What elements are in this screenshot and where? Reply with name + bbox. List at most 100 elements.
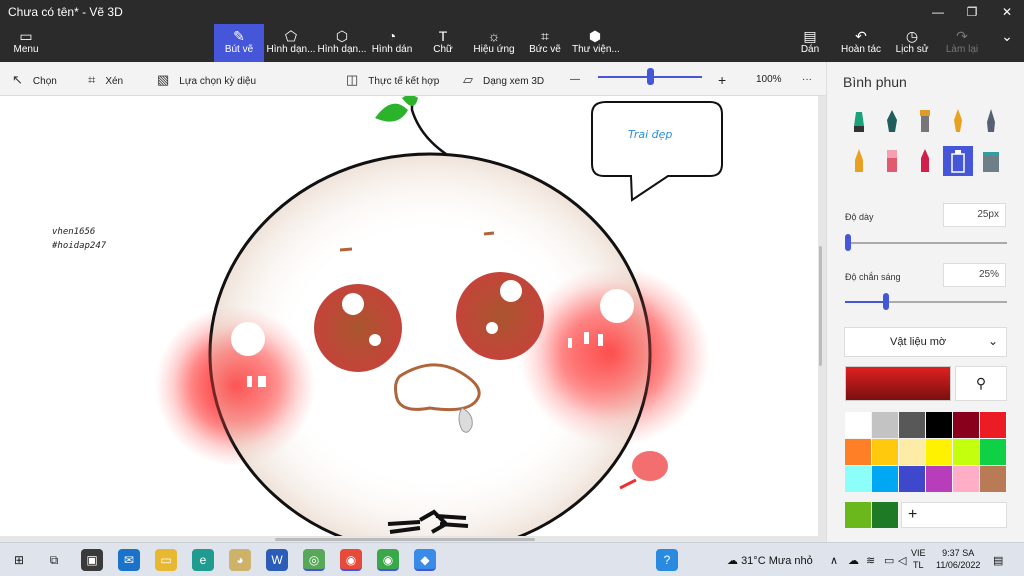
more-options-button[interactable]: ··· (802, 72, 812, 88)
thickness-input[interactable]: 25px (943, 203, 1006, 227)
oil-brush[interactable] (910, 106, 940, 136)
close-button[interactable]: ✕ (990, 0, 1024, 24)
pencil-brush[interactable] (844, 146, 874, 176)
color-swatch[interactable] (980, 466, 1006, 492)
thickness-slider-thumb[interactable] (845, 234, 852, 251)
view-3d-button[interactable]: ▱ Dạng xem 3D (463, 72, 544, 88)
paint-3d-icon[interactable]: ◆ (414, 549, 436, 571)
marker-icon (854, 112, 864, 132)
onedrive-icon[interactable]: ☁ (848, 554, 859, 567)
magic-select-tool[interactable]: ▧ Lựa chọn kỳ diệu (157, 72, 256, 88)
tab-brushes[interactable]: ✎ Bút vẽ (214, 24, 264, 62)
weather-widget[interactable]: ☁ 31°C Mưa nhỏ (727, 554, 813, 567)
crop-tool[interactable]: ⌗ Xén (88, 72, 123, 88)
wifi-icon[interactable]: ≋ (866, 554, 875, 567)
custom-color-swatch[interactable] (845, 502, 871, 528)
tab-3d-library[interactable]: ⬢ Thư viện... (572, 24, 620, 62)
color-swatch[interactable] (979, 411, 1007, 439)
clock[interactable]: 9:37 SA 11/06/2022 (936, 547, 980, 571)
color-swatch[interactable] (980, 439, 1006, 465)
stock-app-icon[interactable]: ◎ (303, 549, 325, 571)
calligraphy-pen-brush[interactable] (877, 106, 907, 136)
tab-stickers[interactable]: ◔ Hình dán (369, 24, 415, 62)
undo-button[interactable]: ↶ Hoàn tác (840, 24, 882, 62)
opacity-input[interactable]: 25% (943, 263, 1006, 287)
material-dropdown[interactable]: Vật liệu mờ ⌄ (844, 327, 1007, 357)
minimize-button[interactable]: — (921, 0, 955, 24)
custom-color-swatch[interactable] (872, 502, 898, 528)
vertical-scrollbar[interactable] (819, 246, 822, 366)
spray-can-brush[interactable] (943, 146, 973, 176)
zoom-in-button[interactable]: + (718, 72, 726, 88)
mail-icon[interactable]: ✉ (118, 549, 140, 571)
zoom-out-button[interactable]: — (570, 72, 580, 88)
maximize-button[interactable]: ❐ (955, 0, 989, 24)
color-swatch[interactable] (926, 466, 952, 492)
color-swatch[interactable] (953, 439, 979, 465)
pixel-pen-icon (987, 109, 995, 132)
chevron-up-icon[interactable]: ∧ (830, 554, 838, 567)
language-indicator[interactable]: VIE TL (911, 547, 926, 571)
battery-icon[interactable]: ▭ (884, 554, 894, 567)
crayon-brush[interactable] (910, 146, 940, 176)
marker-brush[interactable] (844, 106, 874, 136)
color-swatch[interactable] (926, 439, 952, 465)
horizontal-scrollbar[interactable] (275, 538, 535, 541)
volume-icon[interactable]: ◁ (898, 554, 906, 567)
current-color-swatch[interactable] (845, 366, 951, 401)
thickness-slider[interactable] (845, 234, 1007, 251)
mixed-reality-button[interactable]: ◫ Thực tế kết hợp (346, 72, 439, 88)
color-swatch[interactable] (953, 466, 979, 492)
zoom-level[interactable]: 100% (756, 72, 782, 88)
opacity-slider[interactable] (845, 293, 1007, 310)
color-swatch[interactable] (926, 412, 952, 438)
word-icon[interactable]: W (266, 549, 288, 571)
color-swatch[interactable] (872, 412, 898, 438)
redo-button[interactable]: ↷ Làm lại (944, 24, 980, 62)
color-swatch[interactable] (899, 439, 925, 465)
cloud-icon: ☁ (727, 555, 738, 567)
task-view-icon[interactable]: ⧉ (43, 549, 65, 571)
zoom-slider-thumb[interactable] (647, 68, 654, 85)
drawing-canvas[interactable]: vhen1656 #hoidap247 Trai đẹp (0, 96, 818, 536)
paste-button[interactable]: ▤ Dán (795, 24, 825, 62)
expand-ribbon-button[interactable]: ⌄ (994, 24, 1020, 62)
add-color-button[interactable]: + (901, 502, 1007, 528)
taskbar: ⊞ ⧉ ▣ ✉ ▭ e ◕ W ◎ ◉ ◉ ◆ ? ☁ 31°C Mưa nhỏ… (0, 542, 1024, 576)
title-bar: Chưa có tên* - Vẽ 3D — ❐ ✕ (0, 0, 1024, 24)
windows-start-icon[interactable]: ⊞ (8, 549, 30, 571)
color-swatch[interactable] (953, 412, 979, 438)
menu-button[interactable]: ▭ Menu (4, 24, 48, 62)
pixel-pen-brush[interactable] (976, 106, 1006, 136)
color-swatch[interactable] (872, 439, 898, 465)
tab-canvas[interactable]: ⌗ Bức vẽ (525, 24, 565, 62)
tab-text[interactable]: T Chữ (423, 24, 463, 62)
weather-temp: 31°C (741, 555, 766, 567)
main-ribbon: ▭ Menu ✎ Bút vẽ ⬠ Hình dạn... ⬡ Hình dạn… (0, 24, 1024, 62)
watercolor-brush[interactable] (943, 106, 973, 136)
paint-palette-icon[interactable]: ◕ (229, 549, 251, 571)
color-swatch[interactable] (872, 466, 898, 492)
color-swatch[interactable] (845, 412, 871, 438)
zoom-app-icon[interactable]: ▣ (81, 549, 103, 571)
file-explorer-icon[interactable]: ▭ (155, 549, 177, 571)
tab-2d-shapes[interactable]: ⬠ Hình dạn... (266, 24, 316, 62)
eraser-brush[interactable] (877, 146, 907, 176)
color-swatch[interactable] (899, 466, 925, 492)
edge-icon[interactable]: e (192, 549, 214, 571)
eyedropper-button[interactable]: ⚲ (955, 366, 1007, 401)
fill-bucket-brush[interactable] (976, 146, 1006, 176)
select-tool[interactable]: ↖ Chọn (12, 72, 57, 88)
canvas-toolbar: ↖ Chọn ⌗ Xén ▧ Lựa chọn kỳ diệu ◫ Thực tế kế… (0, 62, 826, 96)
history-button[interactable]: ◷ Lịch sử (894, 24, 930, 62)
opacity-slider-thumb[interactable] (882, 293, 889, 310)
tab-3d-shapes[interactable]: ⬡ Hình dạn... (317, 24, 367, 62)
color-swatch[interactable] (899, 412, 925, 438)
color-swatch[interactable] (845, 439, 871, 465)
color-swatch[interactable] (845, 466, 871, 492)
tab-effects[interactable]: ☼ Hiệu ứng (471, 24, 517, 62)
notification-icon[interactable]: ▤ (993, 554, 1003, 567)
chrome-profile-icon[interactable]: ◉ (377, 549, 399, 571)
chrome-icon[interactable]: ◉ (340, 549, 362, 571)
help-icon[interactable]: ? (656, 549, 678, 571)
